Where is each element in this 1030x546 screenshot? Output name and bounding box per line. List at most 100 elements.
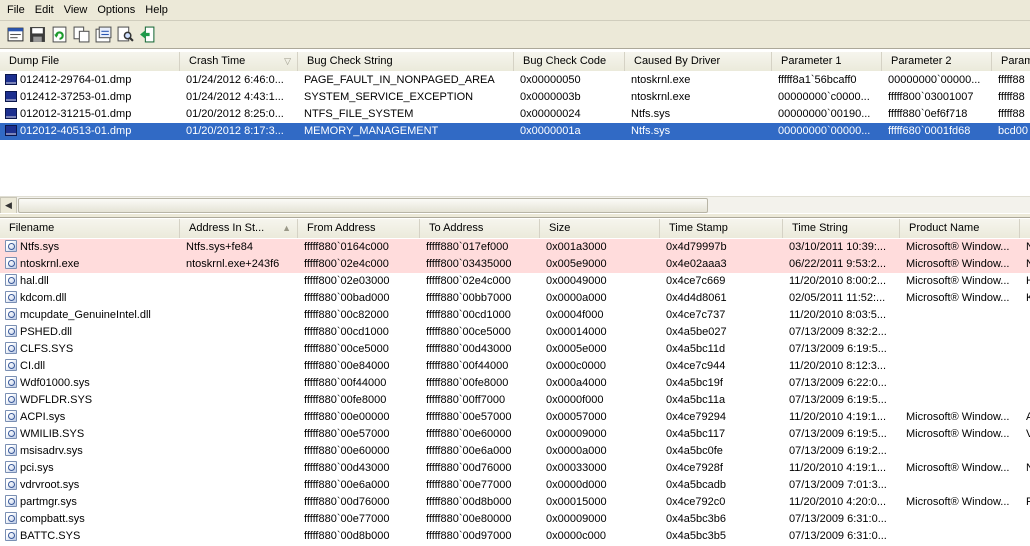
module-row[interactable]: WMILIB.SYS fffff880`00e57000 fffff880`00e6… (0, 426, 1030, 443)
menu-file[interactable]: File (2, 0, 30, 21)
cell-text: 0x4ce7928f (666, 462, 723, 474)
dump-file-row[interactable]: 012012-31215-01.dmp 01/20/2012 8:25:0... N… (0, 106, 1030, 123)
dumps-column-header-0[interactable]: Dump File (0, 52, 180, 71)
horizontal-scrollbar[interactable]: ◀ (0, 196, 1030, 214)
module-row[interactable]: partmgr.sys fffff880`00d76000 fffff880`00d… (0, 494, 1030, 511)
cell-text: NTFS_FILE_SYSTEM (304, 108, 414, 120)
cell-modules-col-3: fffff800`03435000 (420, 256, 540, 273)
cell-text: 07/13/2009 6:19:5... (789, 343, 887, 355)
menu-options[interactable]: Options (92, 0, 140, 21)
cell-modules-col-2: fffff880`00d8b000 (298, 528, 420, 545)
module-row[interactable]: compbatt.sys fffff880`00e77000 fffff880`00… (0, 511, 1030, 528)
dump-file-row[interactable]: 012412-29764-01.dmp 01/24/2012 6:46:0... P… (0, 72, 1030, 89)
cell-modules-col-2: fffff880`00e77000 (298, 511, 420, 528)
properties-button[interactable] (5, 25, 25, 45)
dumps-column-header-6[interactable]: Parameter 2 (882, 52, 992, 71)
cell-text: msisadrv.sys (20, 445, 83, 457)
cell-modules-col-1: Ntfs.sys+fe84 (180, 239, 298, 256)
module-row[interactable]: PSHED.dll fffff880`00cd1000 fffff880`00ce5… (0, 324, 1030, 341)
dump-file-row[interactable]: 012012-40513-01.dmp 01/20/2012 8:17:3... M… (0, 123, 1030, 140)
dumps-column-header-7[interactable]: Param (992, 52, 1030, 71)
module-row[interactable]: ntoskrnl.exe ntoskrnl.exe+243f6 fffff800`0… (0, 256, 1030, 273)
module-file-icon (5, 495, 17, 507)
pane-splitter[interactable] (0, 213, 1030, 218)
cell-text: fffff880`00d8b000 (304, 530, 390, 542)
save-button[interactable] (27, 25, 47, 45)
cell-text: P (1026, 496, 1030, 508)
module-row[interactable]: vdrvroot.sys fffff880`00e6a000 fffff880`00… (0, 477, 1030, 494)
module-row[interactable]: CI.dll fffff880`00e84000 fffff880`00f44000… (0, 358, 1030, 375)
module-row[interactable]: kdcom.dll fffff880`00bad000 fffff880`00bb7… (0, 290, 1030, 307)
module-row[interactable]: ACPI.sys fffff880`00e00000 fffff880`00e570… (0, 409, 1030, 426)
module-row[interactable]: BATTC.SYS fffff880`00d8b000 fffff880`00d97… (0, 528, 1030, 545)
modules-column-header-3[interactable]: To Address (420, 219, 540, 238)
dumps-column-header-2[interactable]: Bug Check String (298, 52, 514, 71)
module-row[interactable]: pci.sys fffff880`00d43000 fffff880`00d7600… (0, 460, 1030, 477)
module-file-icon (5, 512, 17, 524)
cell-modules-col-0: hal.dll (0, 273, 180, 290)
cell-text: Microsoft® Window... (906, 258, 1010, 270)
cell-dumps-col-7: fffff88 (992, 106, 1030, 123)
cell-dumps-col-2: PAGE_FAULT_IN_NONPAGED_AREA (298, 72, 514, 89)
cell-modules-col-4: 0x00033000 (540, 460, 660, 477)
copy-button[interactable] (71, 25, 91, 45)
dumps-column-header-4[interactable]: Caused By Driver (625, 52, 772, 71)
scroll-left-button[interactable]: ◀ (0, 197, 17, 214)
cell-text: fffff880`00e84000 (304, 360, 390, 372)
modules-column-header-0[interactable]: Filename (0, 219, 180, 238)
column-header-label: Crash Time (189, 55, 246, 67)
menu-help[interactable]: Help (140, 0, 173, 21)
module-row[interactable]: CLFS.SYS fffff880`00ce5000 fffff880`00d430… (0, 341, 1030, 358)
cell-modules-col-4: 0x000c0000 (540, 358, 660, 375)
module-row[interactable]: msisadrv.sys fffff880`00e60000 fffff880`00… (0, 443, 1030, 460)
exit-button[interactable] (137, 25, 157, 45)
cell-modules-col-4: 0x00057000 (540, 409, 660, 426)
dump-file-row[interactable]: 012412-37253-01.dmp 01/24/2012 4:43:1... S… (0, 89, 1030, 106)
cell-text: 11/20/2010 4:19:1... (789, 411, 887, 423)
dumps-column-header-3[interactable]: Bug Check Code (514, 52, 625, 71)
cell-text: Microsoft® Window... (906, 462, 1010, 474)
cell-text: fffff880`00bb7000 (426, 292, 512, 304)
cell-text: 00000000`00000... (778, 125, 871, 137)
report-button[interactable] (93, 25, 113, 45)
cell-text: Microsoft® Window... (906, 496, 1010, 508)
toolbar (0, 21, 1030, 49)
module-row[interactable]: Wdf01000.sys fffff880`00f44000 fffff880`00… (0, 375, 1030, 392)
cell-text: 0x0000003b (520, 91, 581, 103)
scrollbar-thumb[interactable] (18, 198, 708, 213)
cell-modules-col-7: Microsoft® Window... (900, 273, 1020, 290)
cell-text: fffff88 (998, 91, 1025, 103)
cell-text: fffff880`00d8b000 (426, 496, 512, 508)
module-row[interactable]: Ntfs.sys Ntfs.sys+fe84 fffff880`0164c000 ff… (0, 239, 1030, 256)
cell-dumps-col-6: fffff800`03001007 (882, 89, 992, 106)
cell-modules-col-7 (900, 528, 1020, 545)
find-button[interactable] (115, 25, 135, 45)
modules-column-header-5[interactable]: Time Stamp (660, 219, 783, 238)
cell-text: 01/20/2012 8:17:3... (186, 125, 284, 137)
refresh-button[interactable] (49, 25, 69, 45)
modules-column-header-2[interactable]: From Address (298, 219, 420, 238)
modules-column-header-6[interactable]: Time String (783, 219, 900, 238)
modules-column-header-7[interactable]: Product Name (900, 219, 1020, 238)
cell-text: Microsoft® Window... (906, 411, 1010, 423)
module-row[interactable]: WDFLDR.SYS fffff880`00fe8000 fffff880`00ff… (0, 392, 1030, 409)
cell-text: 012012-40513-01.dmp (20, 125, 132, 137)
cell-text: pci.sys (20, 462, 54, 474)
cell-modules-col-4: 0x00015000 (540, 494, 660, 511)
modules-column-header-4[interactable]: Size (540, 219, 660, 238)
cell-modules-col-5: 0x4a5bc11a (660, 392, 783, 409)
cell-text: Ntfs.sys (20, 241, 60, 253)
menu-edit[interactable]: Edit (30, 0, 59, 21)
dumps-column-header-5[interactable]: Parameter 1 (772, 52, 882, 71)
cell-text: fffff880`00e00000 (304, 411, 390, 423)
modules-column-header-8[interactable] (1020, 219, 1030, 238)
module-row[interactable]: hal.dll fffff800`02e03000 fffff800`02e4c00… (0, 273, 1030, 290)
cell-text: fffff880`00d97000 (426, 530, 512, 542)
cell-modules-col-5: 0x4a5be027 (660, 324, 783, 341)
dumps-column-header-1[interactable]: Crash Time ▽ (180, 52, 298, 71)
modules-column-header-1[interactable]: Address In St... ▲ (180, 219, 298, 238)
module-row[interactable]: mcupdate_GenuineIntel.dll fffff880`00c820… (0, 307, 1030, 324)
dump-files-list[interactable]: Dump File Crash Time ▽ Bug Check String Bug … (0, 52, 1030, 196)
loaded-modules-list[interactable]: Filename Address In St... ▲ From Address To … (0, 219, 1030, 546)
menu-view[interactable]: View (59, 0, 93, 21)
